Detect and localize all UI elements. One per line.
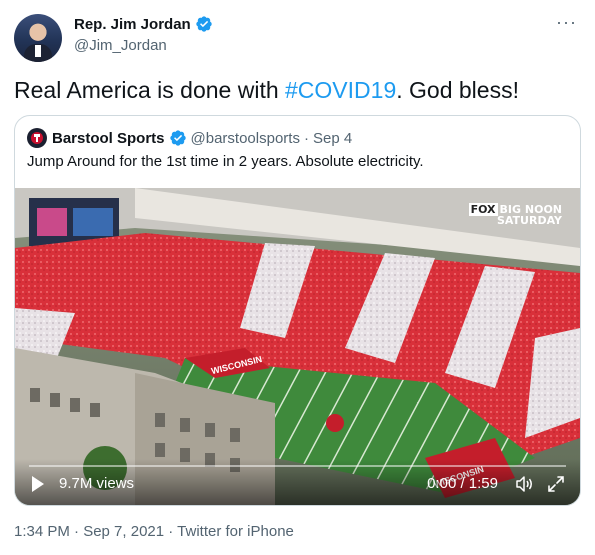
author-avatar[interactable] [14,14,62,62]
scoreboard-screen [37,208,67,236]
scoreboard-screen-2 [73,208,113,236]
barstool-logo-icon [31,132,43,144]
tweet-text-after: . God bless! [396,77,519,103]
video-controls: 9.7M views 0:00 / 1:59 [15,459,580,505]
author-name-row: Rep. Jim Jordan [74,15,213,33]
tweet-text: Real America is done with #COVID19. God … [14,76,519,104]
hashtag-link[interactable]: #COVID19 [285,77,396,103]
network-fox-label: FOX [468,203,498,216]
quoted-text: Jump Around for the 1st time in 2 years.… [27,153,424,170]
tweet-meta[interactable]: 1:34 PM · Sep 7, 2021 · Twitter for iPho… [14,523,294,540]
network-watermark: FOX BIG NOON SATURDAY [468,203,562,227]
view-count: 9.7M views [59,475,135,492]
video-time: 0:00 / 1:59 [427,475,498,492]
midfield-logo [326,414,344,432]
more-dots-icon[interactable]: ··· [556,13,577,31]
quoted-tweet[interactable]: Barstool Sports @barstoolsports · Sep 4 … [14,115,581,506]
author-display-name[interactable]: Rep. Jim Jordan [74,16,191,33]
stadium-video-frame: WISCONSIN WISCONSIN [15,188,580,505]
quoted-date[interactable]: Sep 4 [313,130,352,147]
tweet-text-before: Real America is done with [14,77,286,103]
tweet-card: Rep. Jim Jordan @Jim_Jordan ··· Real Ame… [0,0,595,555]
author-handle[interactable]: @Jim_Jordan [74,37,167,54]
video-progress-bar[interactable] [29,465,566,467]
quoted-avatar[interactable] [27,128,47,148]
quoted-separator: · [303,129,309,147]
play-icon[interactable] [31,475,45,493]
avatar-collar [35,45,41,57]
volume-icon[interactable] [514,474,534,494]
fullscreen-icon[interactable] [546,474,566,494]
verified-badge-icon [196,16,212,32]
quoted-display-name[interactable]: Barstool Sports [52,130,165,147]
quoted-header: Barstool Sports @barstoolsports · Sep 4 [27,128,352,148]
verified-badge-icon [169,130,186,146]
quoted-handle[interactable]: @barstoolsports [191,130,300,147]
network-line2: SATURDAY [496,214,562,227]
video-player[interactable]: WISCONSIN WISCONSIN FOXBIG NOON [15,188,580,505]
